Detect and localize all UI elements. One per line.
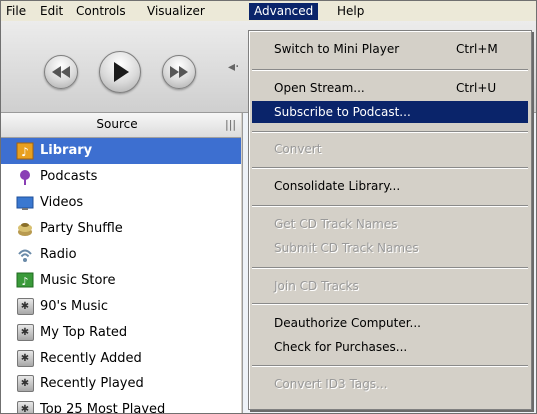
- party-shuffle-icon: [16, 220, 34, 238]
- source-item-label: Podcasts: [40, 169, 98, 185]
- menu-separator: [252, 365, 528, 367]
- menu-separator: [252, 205, 528, 207]
- source-item-radio[interactable]: Radio: [1, 242, 241, 268]
- smart-playlist-icon: ✱: [16, 297, 34, 315]
- menu-separator: [252, 303, 528, 305]
- previous-button[interactable]: [44, 55, 78, 89]
- menu-visualizer[interactable]: Visualizer: [142, 3, 210, 20]
- menu-separator: [252, 267, 528, 269]
- menu-item-get-cd-track-names: Get CD Track Names: [274, 217, 398, 231]
- source-item-label: Top 25 Most Played: [40, 402, 166, 414]
- menu-item-convert: Convert: [274, 142, 322, 156]
- rewind-icon: [52, 66, 70, 78]
- source-item-label: Recently Played: [40, 376, 144, 392]
- source-item-label: Music Store: [40, 272, 116, 288]
- column-resize-grip[interactable]: |||: [225, 118, 236, 131]
- menu-item-open-stream[interactable]: Open Stream... Ctrl+U: [252, 77, 528, 99]
- source-item-label: My Top Rated: [40, 324, 128, 340]
- radio-icon: [16, 246, 34, 264]
- source-column-header[interactable]: Source |||: [1, 113, 241, 138]
- source-item-podcasts[interactable]: Podcasts: [1, 164, 241, 190]
- source-item-recently-added[interactable]: ✱ Recently Added: [1, 345, 241, 371]
- source-item-videos[interactable]: Videos: [1, 190, 241, 216]
- svg-text:♪: ♪: [21, 275, 28, 288]
- menu-help[interactable]: Help: [332, 3, 369, 20]
- menu-separator: [252, 69, 528, 71]
- source-item-top-25-most-played[interactable]: ✱ Top 25 Most Played: [1, 397, 241, 414]
- menu-item-join-cd-tracks: Join CD Tracks: [274, 279, 359, 293]
- source-item-my-top-rated[interactable]: ✱ My Top Rated: [1, 319, 241, 345]
- menu-item-convert-id3-tags: Convert ID3 Tags...: [274, 377, 388, 391]
- smart-playlist-icon: ✱: [16, 323, 34, 341]
- svg-text:♪: ♪: [21, 145, 29, 159]
- smart-playlist-icon: ✱: [16, 375, 34, 393]
- source-item-label: Recently Added: [40, 350, 142, 366]
- library-icon: ♪: [16, 142, 34, 160]
- source-header-label: Source: [96, 117, 138, 131]
- source-item-label: Radio: [40, 247, 77, 262]
- menu-item-subscribe-to-podcast[interactable]: Subscribe to Podcast...: [252, 101, 528, 123]
- next-button[interactable]: [162, 55, 196, 89]
- menu-item-deauthorize-computer[interactable]: Deauthorize Computer...: [252, 312, 528, 334]
- video-icon: [16, 194, 34, 212]
- smart-playlist-icon: ✱: [16, 349, 34, 367]
- music-store-icon: ♪: [16, 271, 34, 289]
- source-item-label: Videos: [40, 195, 84, 211]
- menu-item-submit-cd-track-names: Submit CD Track Names: [274, 241, 419, 255]
- podcast-icon: [16, 168, 34, 186]
- play-button[interactable]: [99, 51, 141, 93]
- source-item-recently-played[interactable]: ✱ Recently Played: [1, 371, 241, 397]
- source-item-library[interactable]: ♪ Library: [1, 138, 241, 164]
- play-icon: [114, 62, 129, 82]
- source-item-label: Party Shuffle: [40, 221, 123, 237]
- itunes-window: File Edit Controls Visualizer Advanced H…: [0, 0, 537, 414]
- source-item-90s-music[interactable]: ✱ 90's Music: [1, 293, 241, 319]
- fast-forward-icon: [170, 66, 188, 78]
- source-item-label: 90's Music: [40, 298, 109, 314]
- source-item-label: Library: [40, 143, 93, 159]
- menu-item-consolidate-library[interactable]: Consolidate Library...: [252, 175, 528, 197]
- source-item-music-store[interactable]: ♪ Music Store: [1, 267, 241, 293]
- advanced-menu-dropdown: Switch to Mini Player Ctrl+M Open Stream…: [248, 30, 532, 410]
- menu-edit[interactable]: Edit: [35, 3, 68, 20]
- volume-low-icon: ◂·: [228, 59, 240, 75]
- menu-item-switch-to-mini-player[interactable]: Switch to Mini Player Ctrl+M: [252, 38, 528, 60]
- menu-separator: [252, 131, 528, 133]
- menu-bar: File Edit Controls Visualizer Advanced H…: [1, 1, 536, 21]
- menu-controls[interactable]: Controls: [71, 3, 131, 20]
- smart-playlist-icon: ✱: [16, 401, 34, 413]
- menu-separator: [252, 167, 528, 169]
- menu-advanced[interactable]: Advanced: [249, 3, 319, 20]
- source-list: ♪ Library Podcasts Videos Party Shuffle: [1, 138, 241, 414]
- source-item-party-shuffle[interactable]: Party Shuffle: [1, 216, 241, 242]
- menu-item-check-for-purchases[interactable]: Check for Purchases...: [252, 336, 528, 358]
- menu-file[interactable]: File: [1, 3, 31, 20]
